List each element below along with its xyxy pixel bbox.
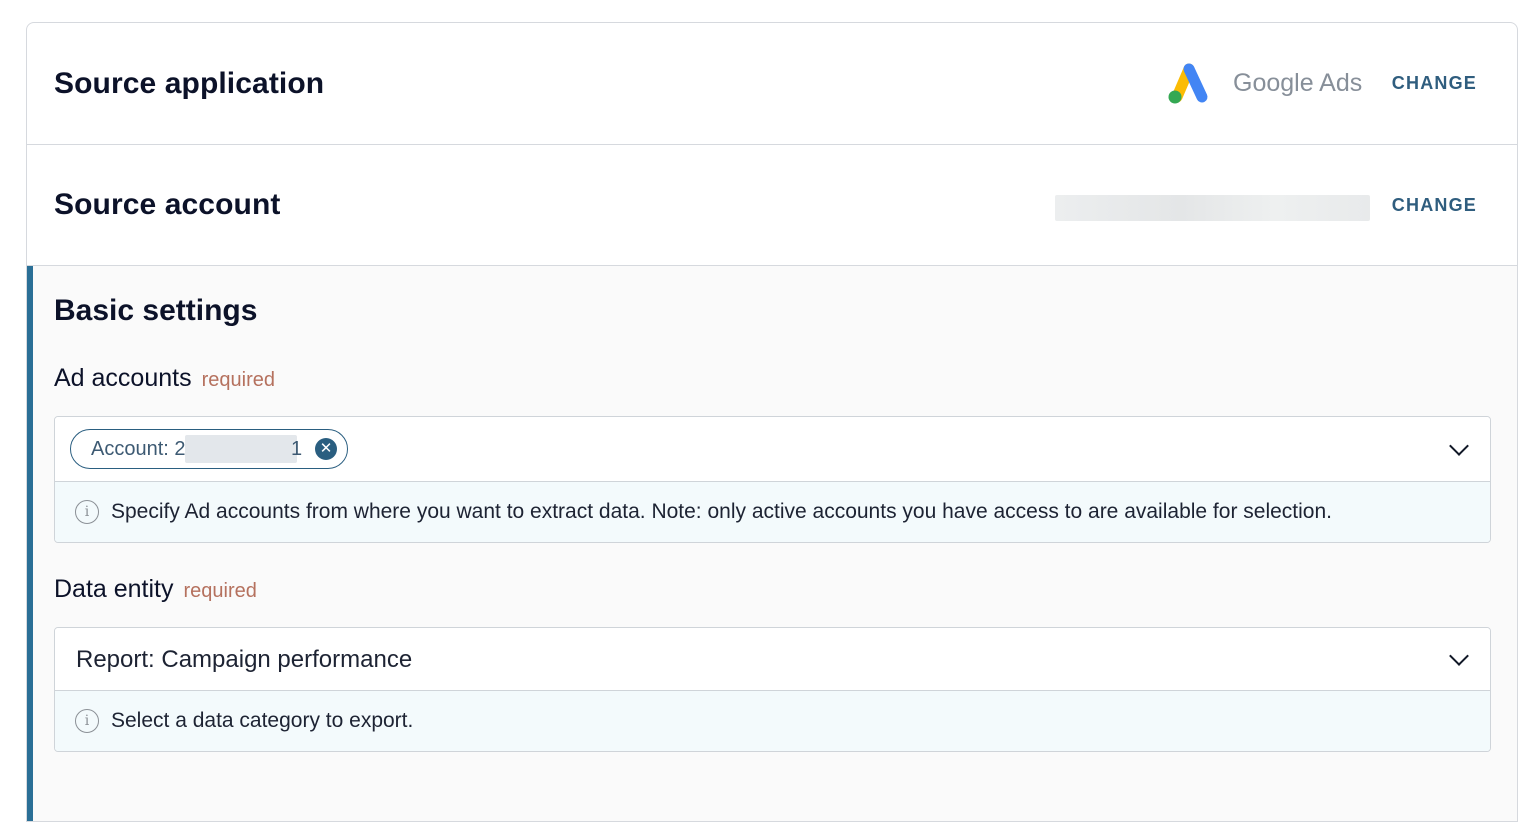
- data-entity-select[interactable]: Report: Campaign performance: [55, 628, 1490, 691]
- basic-settings-title: Basic settings: [54, 294, 258, 327]
- info-icon: i: [75, 709, 99, 733]
- info-icon: i: [75, 500, 99, 524]
- settings-card: Source application Google Ads CHANGE Sou…: [26, 22, 1518, 822]
- data-entity-hint-text: Select a data category to export.: [111, 709, 414, 732]
- remove-chip-close-icon[interactable]: ✕: [315, 438, 337, 460]
- data-entity-hint: i Select a data category to export.: [55, 691, 1490, 751]
- source-app-name: Google Ads: [1233, 69, 1363, 97]
- ad-accounts-field: Account: 2 1 ✕ i Specify Ad accounts fro…: [54, 416, 1491, 543]
- change-source-application-button[interactable]: CHANGE: [1392, 73, 1477, 94]
- required-badge: required: [183, 580, 257, 602]
- required-badge: required: [201, 369, 275, 391]
- data-entity-label: Data entity required: [54, 575, 257, 604]
- chip-label: Account: 2: [91, 438, 186, 460]
- ad-accounts-hint: i Specify Ad accounts from where you wan…: [55, 482, 1490, 542]
- ad-accounts-select[interactable]: Account: 2 1 ✕: [55, 417, 1490, 482]
- selected-account-chip: Account: 2 1 ✕: [70, 429, 348, 469]
- data-entity-value: Report: Campaign performance: [76, 646, 413, 673]
- data-entity-field: Report: Campaign performance i Select a …: [54, 627, 1491, 752]
- data-entity-label-text: Data entity: [54, 575, 174, 603]
- google-ads-logo-icon: [1168, 63, 1208, 104]
- basic-settings-section: Basic settings Ad accounts required Accou…: [27, 266, 1517, 821]
- ad-accounts-label-text: Ad accounts: [54, 364, 192, 392]
- change-source-account-button[interactable]: CHANGE: [1392, 195, 1477, 216]
- ad-accounts-hint-text: Specify Ad accounts from where you want …: [111, 500, 1332, 523]
- chevron-down-icon[interactable]: [1449, 646, 1469, 666]
- chevron-down-icon[interactable]: [1449, 436, 1469, 456]
- source-account-title: Source account: [54, 188, 281, 221]
- ad-accounts-label: Ad accounts required: [54, 364, 275, 393]
- source-account-row: Source account CHANGE: [27, 145, 1517, 266]
- source-application-title: Source application: [54, 66, 325, 100]
- source-account-value-redacted: [1055, 195, 1370, 221]
- chip-label-tail: 1: [291, 438, 303, 460]
- source-application-row: Source application Google Ads CHANGE: [27, 23, 1517, 145]
- account-id-redacted: [185, 435, 297, 463]
